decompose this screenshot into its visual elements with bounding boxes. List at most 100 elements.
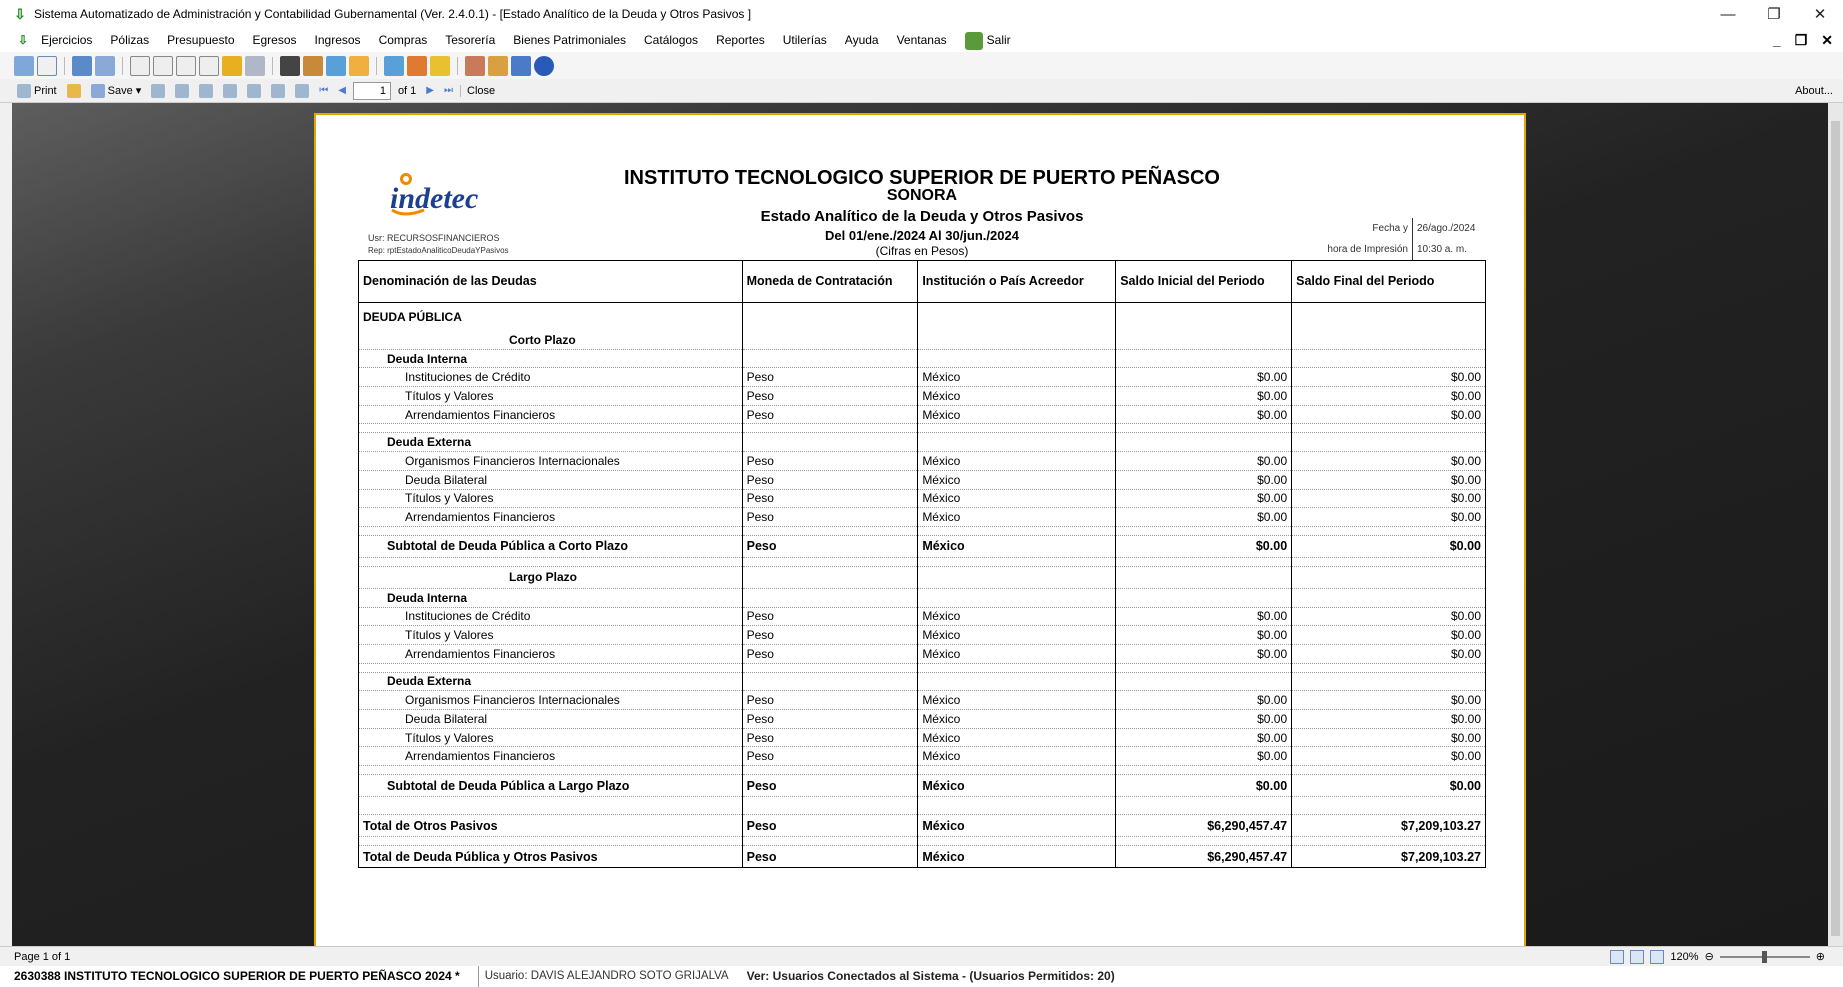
zoom-icon [271, 83, 286, 98]
print-icon [17, 83, 31, 98]
row-pais: México [917, 470, 1117, 490]
stack-icon[interactable] [326, 55, 346, 76]
lp-interna-rows: Instituciones de Crédito Peso México $0.00 $… [358, 607, 1486, 664]
row-moneda: Peso [741, 451, 919, 471]
menu-egresos[interactable]: Egresos [244, 28, 306, 52]
row-saldo-inicial: $0.00 [1115, 746, 1293, 767]
pb-icon[interactable] [222, 55, 242, 76]
zoom-in-icon[interactable]: ⊕ [1816, 947, 1825, 967]
page-number-input[interactable]: 1 [352, 81, 391, 100]
c-icon[interactable] [130, 55, 150, 76]
section-largo-plazo: Largo Plazo [358, 566, 1486, 589]
grid-icon[interactable] [95, 55, 115, 76]
d-icon[interactable] [153, 55, 173, 76]
row-moneda: Peso [741, 367, 919, 388]
menu-compras[interactable]: Compras [370, 28, 437, 52]
two-page-view-icon[interactable] [1630, 950, 1645, 964]
app-menu-icon[interactable]: ⇩ [18, 33, 28, 47]
about-link[interactable]: About... [1795, 79, 1833, 103]
close-window-button[interactable]: ✕ [1797, 0, 1843, 28]
row-label: Arrendamientos Financieros [358, 644, 743, 664]
users-icon[interactable] [488, 55, 508, 76]
section-corto-plazo: Corto Plazo [358, 330, 1486, 350]
view-single-button[interactable] [196, 83, 216, 98]
zoom-slider[interactable] [1719, 951, 1810, 963]
toolbar-separator [122, 56, 123, 75]
section-deuda-interna-lp: Deuda Interna [358, 588, 1486, 608]
scrollbar-thumb[interactable] [1831, 121, 1840, 936]
next-page-button[interactable]: ▶ [423, 85, 437, 96]
back-icon[interactable] [14, 55, 34, 76]
mdi-restore-button[interactable]: ❐ [1795, 28, 1808, 52]
row-saldo-inicial: $0.00 [1115, 470, 1293, 490]
printer-icon[interactable] [245, 55, 265, 76]
help-icon[interactable] [534, 55, 554, 76]
thumbnails-button[interactable] [244, 83, 264, 98]
open-button[interactable] [64, 83, 84, 98]
report-icon[interactable] [384, 55, 404, 76]
menu-ventanas[interactable]: Ventanas [888, 28, 956, 52]
table-row: Subtotal de Deuda Pública a Corto Plazo P… [358, 535, 1486, 558]
minimize-button[interactable]: — [1705, 0, 1751, 28]
row-saldo-inicial: $0.00 [1115, 489, 1293, 509]
status-connected-users[interactable]: Ver: Usuarios Conectados al Sistema - (U… [747, 966, 1115, 987]
zoom-controls: 120% ⊖ ⊕ [1610, 947, 1825, 967]
section-deuda-publica: DEUDA PÚBLICA [358, 302, 1486, 331]
document-icon[interactable] [37, 55, 57, 76]
p-icon[interactable] [199, 55, 219, 76]
section-deuda-externa-lp: Deuda Externa [358, 672, 1486, 692]
edit-icon[interactable] [303, 55, 323, 76]
menu-catalogos[interactable]: Catálogos [635, 28, 707, 52]
section-deuda-externa: Deuda Externa [358, 432, 1486, 453]
find-button[interactable] [172, 83, 192, 98]
save-button[interactable]: Save ▾ [88, 83, 145, 98]
menu-reportes[interactable]: Reportes [707, 28, 774, 52]
menu-ejercicios[interactable]: Ejercicios [32, 28, 101, 52]
view-multi-button[interactable] [220, 83, 240, 98]
menu-salir[interactable]: Salir [956, 28, 1020, 52]
tags-icon[interactable] [430, 55, 450, 76]
menu-utilerias[interactable]: Utilerías [774, 28, 836, 52]
window-title: Sistema Automatizado de Administración y… [34, 7, 752, 21]
email-button[interactable] [148, 83, 168, 98]
vertical-scrollbar[interactable] [1828, 103, 1843, 946]
menu-polizas[interactable]: Pólizas [101, 28, 158, 52]
tree-icon[interactable] [465, 55, 485, 76]
window-controls: — ❐ ✕ [1705, 0, 1843, 28]
print-button[interactable]: Print [14, 83, 60, 98]
box-icon[interactable] [349, 55, 369, 76]
tools-icon[interactable] [407, 55, 427, 76]
clipboard-icon[interactable] [280, 55, 300, 76]
last-page-button[interactable]: ⏭ [441, 85, 456, 96]
restore-button[interactable]: ❐ [1751, 0, 1797, 28]
page-setup-button[interactable] [292, 83, 312, 98]
e-icon[interactable] [176, 55, 196, 76]
single-page-view-icon[interactable] [1610, 950, 1625, 964]
table-row: Deuda Bilateral Peso México $0.00 $0.00 [358, 470, 1486, 490]
close-report-button[interactable]: Close [460, 84, 498, 97]
calculator-icon[interactable] [511, 55, 531, 76]
menu-tesoreria[interactable]: Tesorería [436, 28, 504, 52]
row-pais: México [917, 507, 1117, 527]
menu-ayuda[interactable]: Ayuda [836, 28, 888, 52]
zoom-fit-button[interactable] [268, 83, 288, 98]
folder-icon [66, 83, 81, 98]
page-icon [199, 83, 214, 98]
email-icon [151, 83, 166, 98]
row-moneda: Peso [741, 774, 919, 798]
report-page: indetec Usr: RECURSOSFINANCIEROS Rep: rp… [314, 113, 1526, 946]
table-row: Arrendamientos Financieros Peso México $0.0… [358, 746, 1486, 767]
first-page-button[interactable]: ⏮ [316, 85, 331, 96]
table-row: Deuda Bilateral Peso México $0.00 $0.00 [358, 709, 1486, 729]
zoom-out-icon[interactable]: ⊖ [1705, 947, 1714, 967]
mdi-minimize-button[interactable]: _ [1773, 28, 1781, 52]
mdi-close-button[interactable]: ✕ [1821, 28, 1833, 52]
menu-bienes-patrimoniales[interactable]: Bienes Patrimoniales [504, 28, 635, 52]
form-icon[interactable] [72, 55, 92, 76]
prev-page-button[interactable]: ◀ [335, 85, 349, 96]
page-setup-icon [295, 83, 310, 98]
multi-page-view-icon[interactable] [1650, 950, 1665, 964]
row-label: Total de Deuda Pública y Otros Pasivos [358, 845, 743, 869]
menu-presupuesto[interactable]: Presupuesto [158, 28, 243, 52]
menu-ingresos[interactable]: Ingresos [306, 28, 370, 52]
